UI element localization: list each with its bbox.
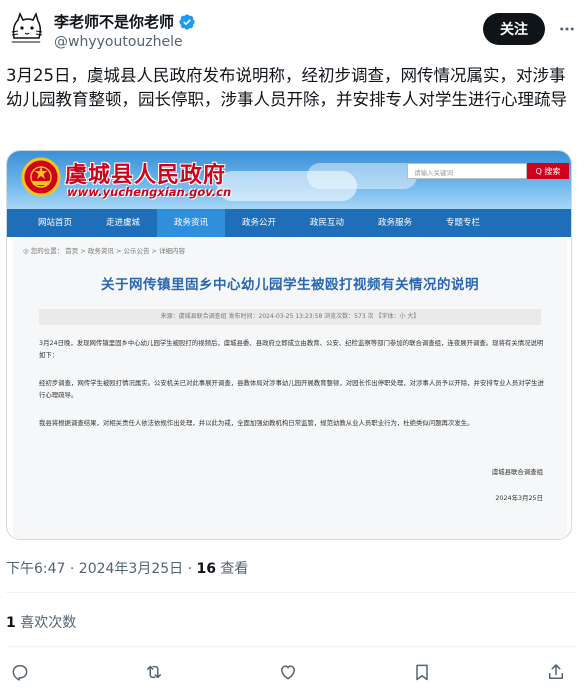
retweet-icon[interactable] <box>140 658 168 686</box>
likes-summary[interactable]: 1 喜欢次数 <box>6 612 76 632</box>
breadcrumb: ◎ 您的位置： 首页 > 政务资讯 > 公示公告 > 详细内容 <box>23 247 186 255</box>
article-title: 关于网传镇里固乡中心幼儿园学生被殴打视频有关情况的说明 <box>101 277 479 293</box>
gov-site-nav: 网站首页 走进虞城 政务资讯 政务公开 政民互动 政务服务 专题专栏 <box>7 209 571 237</box>
nav-item-interaction: 政民互动 <box>309 218 344 228</box>
nav-item-public: 政务公开 <box>241 218 276 228</box>
site-search-button: Q 搜索 <box>527 163 569 179</box>
nav-item-news: 政务资讯 <box>157 209 225 237</box>
tweet-text: 3月25日，虞城县人民政府发布说明称，经初步调查，网传情况属实，对涉事幼儿园教育… <box>6 66 567 109</box>
tweet-header: 李老师不是你老师 @whyyoutouzhele 关注 <box>0 0 586 58</box>
author-display-name[interactable]: 李老师不是你老师 <box>54 11 174 32</box>
divider <box>6 592 576 593</box>
national-emblem-icon <box>21 157 61 197</box>
author-avatar[interactable] <box>6 8 46 48</box>
tweet-timestamp-line: 下午6:47 · 2024年3月25日 · 16 查看 <box>6 558 248 578</box>
views-count: 16 <box>196 561 216 577</box>
nav-item-topics: 专题专栏 <box>445 218 480 228</box>
nav-item-about: 走进虞城 <box>105 218 140 228</box>
views-label: 查看 <box>215 561 249 577</box>
reply-icon[interactable] <box>6 658 34 686</box>
site-search-input: 请输入关键词 <box>407 163 527 179</box>
verified-badge-icon <box>179 13 195 30</box>
article-signature-date: 2024年3月25日 <box>495 494 543 502</box>
article-paragraph: 我县将根据调查结果，对相关责任人依法依规作出处理，并以此为戒，全面加强幼教机构日… <box>39 419 474 427</box>
like-icon[interactable] <box>274 658 302 686</box>
tweet-media-image[interactable]: 虞城县人民政府 www.yuchengxian.gov.cn 请输入关键词 Q … <box>6 150 572 540</box>
bookmark-icon[interactable] <box>408 658 436 686</box>
gov-site-url: www.yuchengxian.gov.cn <box>67 185 232 199</box>
divider <box>6 646 576 647</box>
article-paragraph: 3月24日晚，发现网传镇里固乡中心幼儿园学生被殴打的视频后，虞城县委、县政府立即… <box>39 339 544 359</box>
likes-count: 1 <box>6 615 16 631</box>
article-signature: 虞城县联合调查组 <box>491 468 543 476</box>
tweet-action-bar <box>0 658 586 686</box>
follow-button[interactable]: 关注 <box>483 13 545 45</box>
author-name-line: 李老师不是你老师 <box>54 11 196 32</box>
gov-site-banner: 虞城县人民政府 www.yuchengxian.gov.cn 请输入关键词 Q … <box>7 151 571 209</box>
article-page: ◎ 您的位置： 首页 > 政务资讯 > 公示公告 > 详细内容 关于网传镇里固乡… <box>13 237 567 539</box>
article-paragraph: 经初步调查，网传学生被殴打情况属实。公安机关已对此事展开调查，县教体局对涉事幼儿… <box>39 379 544 399</box>
author-handle[interactable]: @whyyoutouzhele <box>54 34 183 50</box>
likes-label: 喜欢次数 <box>15 615 77 631</box>
share-icon[interactable] <box>542 658 570 686</box>
nav-item-services: 政务服务 <box>377 218 412 228</box>
more-options-icon[interactable] <box>556 18 578 40</box>
tweet-timestamp[interactable]: 下午6:47 · 2024年3月25日 · <box>6 561 197 577</box>
article-meta: 来源：虞城县联合调查组 发布时间：2024-03-25 13:23:58 浏览次… <box>39 309 541 325</box>
nav-item-home: 网站首页 <box>37 218 72 228</box>
